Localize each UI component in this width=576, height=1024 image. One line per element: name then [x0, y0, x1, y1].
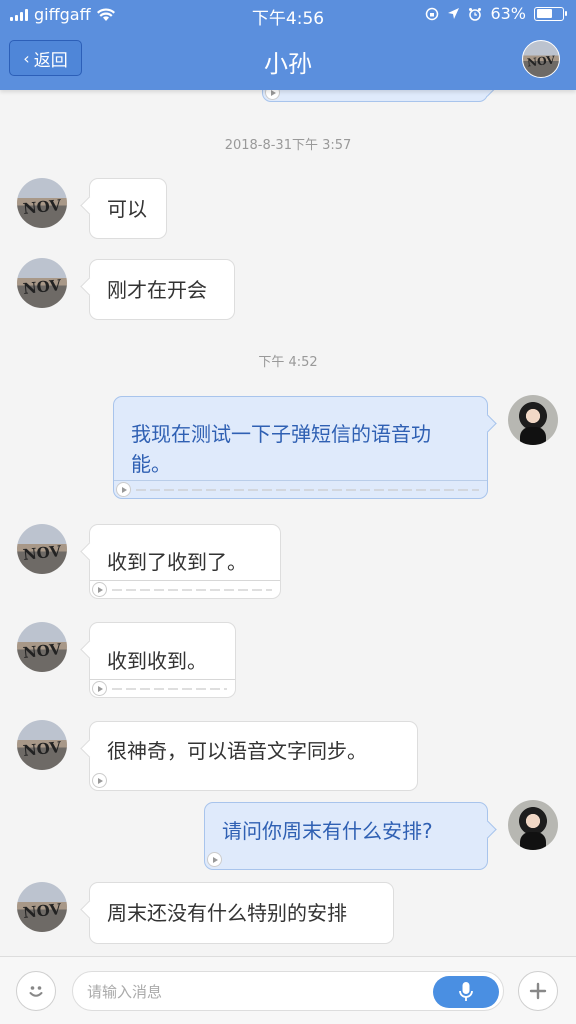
- alarm-icon: [469, 7, 482, 21]
- battery-icon: [534, 6, 567, 21]
- message-text: 周末还没有什么特别的安排: [107, 901, 347, 925]
- avatar-text: NOV: [22, 542, 62, 564]
- contact-avatar[interactable]: NOV: [522, 40, 560, 78]
- avatar-text: NOV: [22, 276, 62, 298]
- message-bubble-self[interactable]: 我现在测试一下子弹短信的语音功 能。: [113, 396, 488, 499]
- voice-waveform: [112, 589, 272, 591]
- message-text: 很神奇，可以语音文字同步。: [107, 739, 367, 763]
- avatar-self[interactable]: [508, 395, 558, 445]
- more-button[interactable]: [518, 971, 558, 1011]
- play-voice-icon[interactable]: [92, 681, 107, 696]
- message-text: 收到了收到了。: [107, 550, 247, 574]
- avatar[interactable]: NOV: [17, 524, 67, 574]
- battery-percent: 63%: [490, 4, 526, 23]
- voice-waveform: [112, 688, 227, 690]
- message-text: 收到收到。: [107, 649, 207, 673]
- avatar[interactable]: NOV: [17, 720, 67, 770]
- play-voice-icon[interactable]: [207, 852, 222, 867]
- message-bubble[interactable]: 很神奇，可以语音文字同步。: [89, 721, 418, 791]
- avatar[interactable]: NOV: [17, 622, 67, 672]
- message-text-line1: 我现在测试一下子弹短信的语音功: [131, 422, 431, 446]
- avatar-self[interactable]: [508, 800, 558, 850]
- message-bubble[interactable]: 刚才在开会: [89, 259, 235, 320]
- message-text-line2: 能。: [131, 452, 171, 476]
- avatar[interactable]: NOV: [17, 882, 67, 932]
- message-bubble[interactable]: 可以: [89, 178, 167, 239]
- page-title: 小孙: [264, 50, 312, 78]
- timestamp: 下午 4:52: [258, 355, 318, 370]
- play-voice-icon[interactable]: [92, 773, 107, 788]
- play-voice-icon[interactable]: [116, 482, 131, 497]
- message-input[interactable]: [87, 980, 427, 1004]
- emoji-button[interactable]: [16, 971, 56, 1011]
- play-voice-icon[interactable]: [92, 582, 107, 597]
- input-bar: [0, 956, 576, 1024]
- plus-icon: [529, 982, 547, 1000]
- avatar-text: NOV: [526, 53, 556, 70]
- voice-input-button[interactable]: [433, 976, 499, 1008]
- message-bubble-self[interactable]: 请问你周末有什么安排?: [204, 802, 488, 870]
- message-input-wrapper: [72, 971, 504, 1011]
- location-icon: [448, 8, 460, 19]
- message-bubble[interactable]: 收到收到。: [89, 622, 236, 698]
- microphone-icon: [459, 982, 473, 1001]
- message-bubble[interactable]: 周末还没有什么特别的安排: [89, 882, 394, 944]
- avatar[interactable]: NOV: [17, 178, 67, 228]
- timestamp: 2018-8-31下午 3:57: [224, 138, 352, 153]
- smiley-icon: [29, 986, 43, 997]
- avatar-text: NOV: [22, 900, 62, 922]
- avatar-text: NOV: [22, 738, 62, 760]
- avatar-text: NOV: [22, 196, 62, 218]
- voice-waveform: [136, 489, 479, 491]
- message-text: 刚才在开会: [107, 278, 207, 302]
- avatar[interactable]: NOV: [17, 258, 67, 308]
- message-text: 请问你周末有什么安排?: [222, 819, 433, 843]
- message-bubble[interactable]: 收到了收到了。: [89, 524, 281, 599]
- rotation-lock-icon: [426, 7, 439, 20]
- status-bar: giffgaff 下午4:56 63%: [0, 0, 576, 30]
- avatar-text: NOV: [22, 640, 62, 662]
- message-text: 可以: [107, 197, 147, 221]
- top-bar: giffgaff 下午4:56 63% ‹ 返回 小孙 NOV: [0, 0, 576, 90]
